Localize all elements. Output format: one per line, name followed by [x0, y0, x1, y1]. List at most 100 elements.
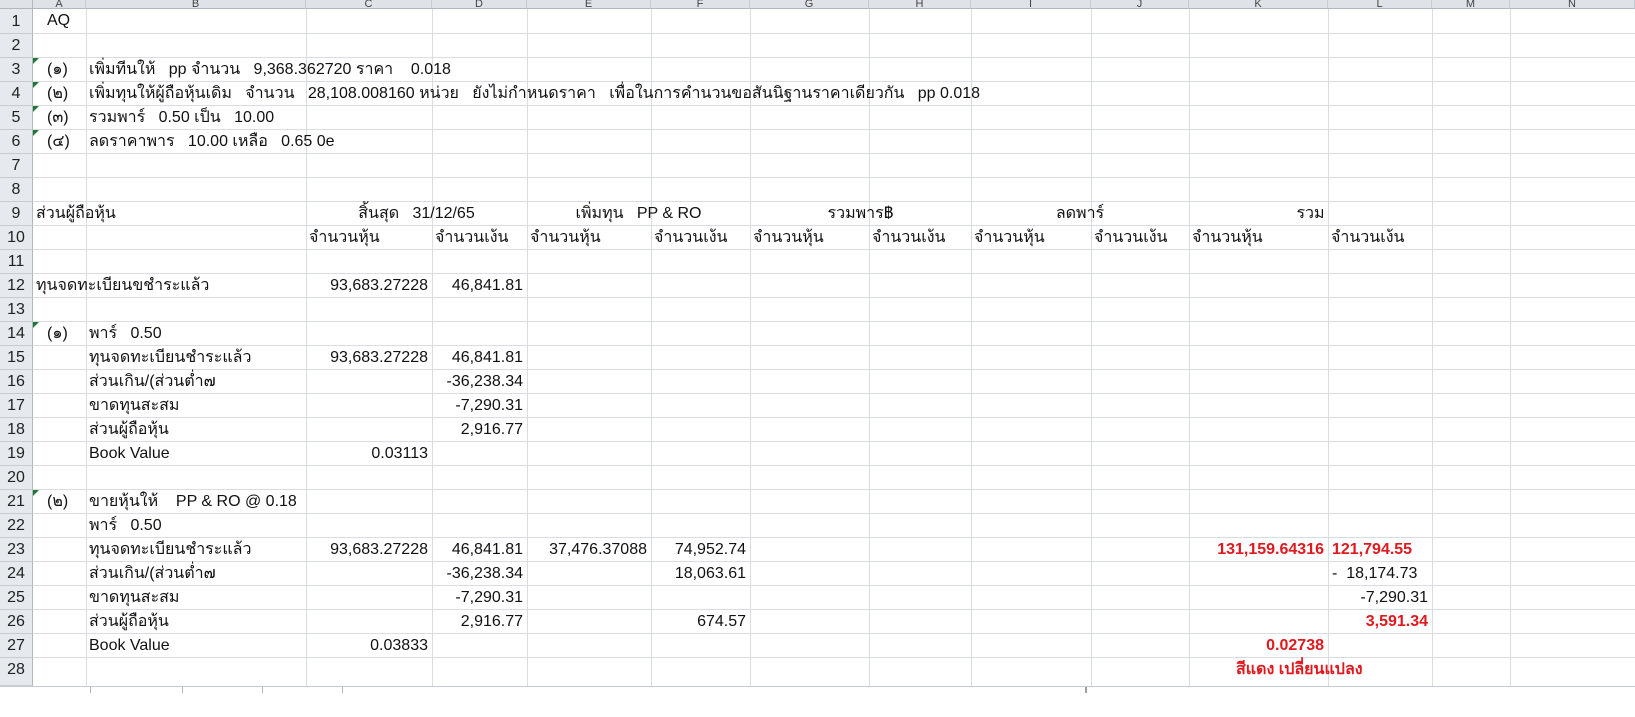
cell-ef9[interactable]: เพิ่มทุน PP & RO	[527, 202, 750, 226]
cell-i10[interactable]: จำนวนหุ้น	[974, 226, 1045, 250]
cell-l26[interactable]: 3,591.34	[1328, 610, 1428, 634]
cell-d23[interactable]: 46,841.81	[432, 538, 523, 562]
cell-a12[interactable]: ทุนจดทะเบียนขชำระแล้ว	[36, 274, 209, 298]
col-header-e[interactable]: E	[527, 0, 651, 9]
cell-d25[interactable]: -7,290.31	[432, 586, 523, 610]
col-header-l[interactable]: L	[1328, 0, 1432, 9]
sheet-tab[interactable]	[342, 687, 373, 693]
cell-b21[interactable]: ขายหุ้นให้ PP & RO @ 0.18	[89, 490, 297, 514]
row-header-1[interactable]: 1	[0, 9, 33, 34]
row-header-11[interactable]: 11	[0, 250, 33, 274]
row-header-8[interactable]: 8	[0, 178, 33, 202]
cell-b6[interactable]: ลดราคาพาร 10.00 เหลือ 0.65 0e	[89, 130, 335, 154]
row-header-20[interactable]: 20	[0, 466, 33, 490]
row-header-17[interactable]: 17	[0, 394, 33, 418]
row-header-25[interactable]: 25	[0, 586, 33, 610]
sheet-tab[interactable]	[90, 687, 183, 693]
col-header-d[interactable]: D	[432, 0, 527, 9]
row-header-14[interactable]: 14	[0, 322, 33, 346]
row-header-7[interactable]: 7	[0, 154, 33, 178]
cell-d18[interactable]: 2,916.77	[432, 418, 523, 442]
cell-c10[interactable]: จำนวนหุ้น	[309, 226, 380, 250]
cell-b17[interactable]: ขาดทุนสะสม	[89, 394, 179, 418]
cell-e10[interactable]: จำนวนหุ้น	[530, 226, 601, 250]
cell-ij9[interactable]: ลดพาร์	[971, 202, 1189, 226]
col-header-m[interactable]: M	[1432, 0, 1510, 9]
row-header-16[interactable]: 16	[0, 370, 33, 394]
cell-j10[interactable]: จำนวนเง้น	[1094, 226, 1167, 250]
row-header-27[interactable]: 27	[0, 634, 33, 658]
col-header-k[interactable]: K	[1189, 0, 1328, 9]
cell-cd9[interactable]: สิ้นสุด 31/12/65	[306, 202, 527, 226]
row-header-2[interactable]: 2	[0, 34, 33, 58]
row-header-28[interactable]: 28	[0, 658, 33, 686]
cell-b26[interactable]: ส่วนผู้ถือหุ้น	[89, 610, 169, 634]
cell-h10[interactable]: จำนวนเง้น	[872, 226, 945, 250]
col-header-n[interactable]: N	[1510, 0, 1635, 9]
cell-a4[interactable]: (๒)	[47, 82, 68, 106]
cell-b23[interactable]: ทุนจดทะเบียนชำระแล้ว	[89, 538, 251, 562]
row-header-12[interactable]: 12	[0, 274, 33, 298]
row-header-19[interactable]: 19	[0, 442, 33, 466]
cell-d15[interactable]: 46,841.81	[432, 346, 523, 370]
row-header-10[interactable]: 10	[0, 226, 33, 250]
cell-c19[interactable]: 0.03113	[306, 442, 428, 466]
row-header-6[interactable]: 6	[0, 130, 33, 154]
row-header-26[interactable]: 26	[0, 610, 33, 634]
cell-a21[interactable]: (๒)	[47, 490, 68, 514]
col-header-g[interactable]: G	[750, 0, 869, 9]
row-header-23[interactable]: 23	[0, 538, 33, 562]
row-header-22[interactable]: 22	[0, 514, 33, 538]
col-header-a[interactable]: A	[33, 0, 86, 9]
cell-b14[interactable]: พาร์ 0.50	[89, 322, 162, 346]
cell-c15[interactable]: 93,683.27228	[306, 346, 428, 370]
cell-b5[interactable]: รวมพาร์ 0.50 เป็น 10.00	[89, 106, 274, 130]
cell-a6[interactable]: (๔)	[47, 130, 70, 154]
cell-k23[interactable]: 131,159.64316	[1189, 538, 1324, 562]
cell-b18[interactable]: ส่วนผู้ถือหุ้น	[89, 418, 169, 442]
cell-f23[interactable]: 74,952.74	[651, 538, 746, 562]
col-header-c[interactable]: C	[306, 0, 432, 9]
col-header-h[interactable]: H	[869, 0, 971, 9]
cell-b24[interactable]: ส่วนเกิน/(ส่วนต่ำ๗	[89, 562, 216, 586]
cell-l10[interactable]: จำนวนเง้น	[1331, 226, 1404, 250]
row-header-13[interactable]: 13	[0, 298, 33, 322]
cell-a3[interactable]: (๑)	[47, 58, 68, 82]
row-header-9[interactable]: 9	[0, 202, 33, 226]
cell-d10[interactable]: จำนวนเง้น	[435, 226, 508, 250]
row-header-15[interactable]: 15	[0, 346, 33, 370]
cell-e23[interactable]: 37,476.37088	[527, 538, 647, 562]
col-header-f[interactable]: F	[651, 0, 750, 9]
cell-l24[interactable]: - 18,174.73	[1332, 562, 1417, 586]
row-header-21[interactable]: 21	[0, 490, 33, 514]
spreadsheet[interactable]: A B C D E F G H I J K L M N 1 2 3 4 5 6 …	[0, 0, 1635, 717]
row-header-3[interactable]: 3	[0, 58, 33, 82]
cell-a9[interactable]: ส่วนผู้ถือหุ้น	[36, 202, 116, 226]
cell-b15[interactable]: ทุนจดทะเบียนชำระแล้ว	[89, 346, 251, 370]
cell-d17[interactable]: -7,290.31	[432, 394, 523, 418]
cell-b27[interactable]: Book Value	[89, 634, 170, 658]
cell-b25[interactable]: ขาดทุนสะสม	[89, 586, 179, 610]
sheet-tab[interactable]	[262, 687, 343, 693]
cell-c12[interactable]: 93,683.27228	[306, 274, 428, 298]
row-header-18[interactable]: 18	[0, 418, 33, 442]
cell-b22[interactable]: พาร์ 0.50	[89, 514, 162, 538]
row-header-5[interactable]: 5	[0, 106, 33, 130]
cell-g10[interactable]: จำนวนหุ้น	[753, 226, 824, 250]
cell-gh9[interactable]: รวมพาร฿	[750, 202, 971, 226]
sheet-tab[interactable]	[182, 687, 263, 693]
cell-f26[interactable]: 674.57	[651, 610, 746, 634]
col-header-i[interactable]: I	[971, 0, 1091, 9]
sheet-tab-bar[interactable]	[0, 686, 1635, 717]
row-header-4[interactable]: 4	[0, 82, 33, 106]
cell-d26[interactable]: 2,916.77	[432, 610, 523, 634]
cell-a14[interactable]: (๑)	[47, 322, 68, 346]
cell-k28[interactable]: สีแดง เปลี่ยนแปลง	[1236, 658, 1363, 682]
row-header-24[interactable]: 24	[0, 562, 33, 586]
cell-b4[interactable]: เพิ่มทุนให้ผู้ถือหุ้นเดิม จำนวน 28,108.0…	[89, 82, 980, 106]
cell-d12[interactable]: 46,841.81	[432, 274, 523, 298]
cell-f10[interactable]: จำนวนเง้น	[654, 226, 727, 250]
col-header-j[interactable]: J	[1091, 0, 1189, 9]
cell-a5[interactable]: (๓)	[47, 106, 69, 130]
cell-d16[interactable]: -36,238.34	[432, 370, 523, 394]
